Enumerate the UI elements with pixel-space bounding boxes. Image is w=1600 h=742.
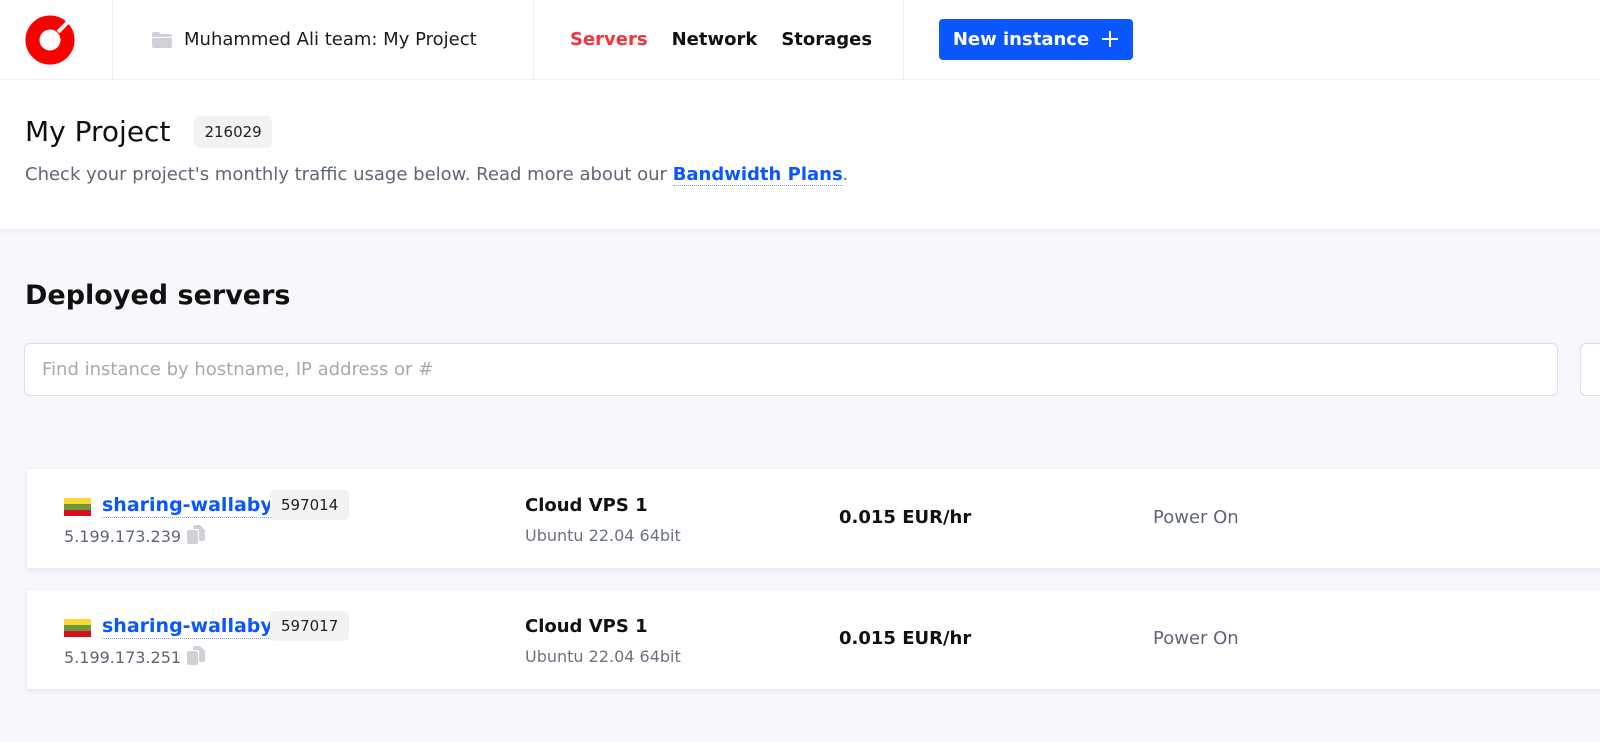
server-price: 0.015 EUR/hr <box>839 507 972 528</box>
server-row[interactable]: sharing-wallaby 597017 5.199.173.251 Clo… <box>26 589 1600 689</box>
project-id-badge: 216029 <box>194 115 272 148</box>
description-suffix: . <box>842 164 849 185</box>
main-nav: Servers Network Storages <box>534 0 904 79</box>
project-title-row: My Project 216029 <box>25 115 272 148</box>
lithuania-flag-icon <box>64 619 91 637</box>
folder-icon <box>151 31 173 49</box>
server-id-badge: 597017 <box>270 611 350 641</box>
deployed-servers-heading: Deployed servers <box>25 280 291 311</box>
server-price: 0.015 EUR/hr <box>839 628 972 649</box>
server-id-badge: 597014 <box>270 490 350 520</box>
server-status: Power On <box>1153 628 1239 649</box>
server-hostname-link[interactable]: sharing-wallaby <box>102 493 273 518</box>
description-text: Check your project's monthly traffic usa… <box>25 164 673 185</box>
bandwidth-plans-link[interactable]: Bandwidth Plans <box>672 164 843 186</box>
server-plan: Cloud VPS 1 <box>525 616 648 637</box>
project-header: My Project 216029 Check your project's m… <box>0 80 1600 230</box>
server-status: Power On <box>1153 507 1239 528</box>
nav-network[interactable]: Network <box>672 29 758 50</box>
new-instance-area: New instance <box>904 0 1133 79</box>
lithuania-flag-icon <box>64 498 91 516</box>
new-instance-label: New instance <box>952 29 1090 50</box>
nav-storages[interactable]: Storages <box>781 29 872 50</box>
logo-area <box>0 0 113 80</box>
nav-servers[interactable]: Servers <box>570 29 648 50</box>
filter-control[interactable] <box>1580 343 1600 396</box>
project-selector[interactable]: Muhammed Ali team: My Project <box>113 0 534 79</box>
server-row[interactable]: sharing-wallaby 597014 5.199.173.239 Clo… <box>26 468 1600 568</box>
top-navigation-bar: Muhammed Ali team: My Project Servers Ne… <box>0 0 1600 80</box>
new-instance-button[interactable]: New instance <box>939 19 1133 60</box>
plus-icon <box>1101 27 1119 53</box>
copy-icon[interactable] <box>185 645 207 671</box>
page-title: My Project <box>25 115 171 148</box>
instance-search-input[interactable] <box>24 343 1558 396</box>
project-description: Check your project's monthly traffic usa… <box>25 164 849 186</box>
brand-logo-icon[interactable] <box>25 15 75 65</box>
server-os: Ubuntu 22.04 64bit <box>525 647 681 666</box>
server-os: Ubuntu 22.04 64bit <box>525 526 681 545</box>
server-ip: 5.199.173.251 <box>64 648 182 667</box>
server-plan: Cloud VPS 1 <box>525 495 648 516</box>
server-hostname-link[interactable]: sharing-wallaby <box>102 614 273 639</box>
copy-icon[interactable] <box>185 524 207 550</box>
server-ip: 5.199.173.239 <box>64 527 182 546</box>
project-selector-label: Muhammed Ali team: My Project <box>184 29 477 50</box>
